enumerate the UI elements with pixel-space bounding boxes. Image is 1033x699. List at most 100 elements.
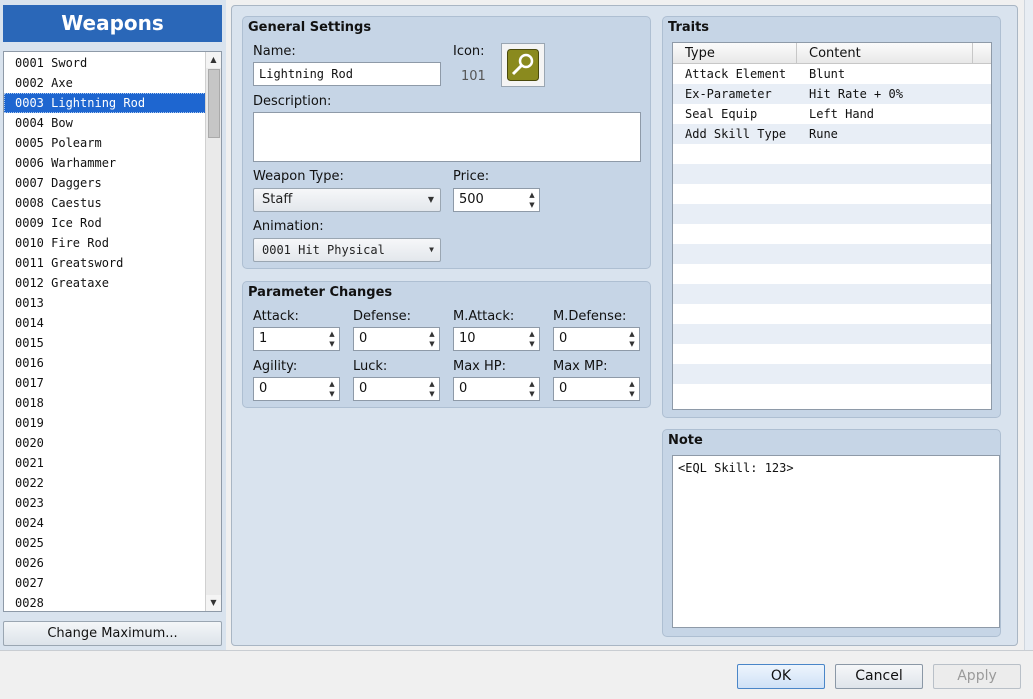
list-item[interactable]: 0008 Caestus (4, 193, 206, 213)
spin-arrows-icon[interactable]: ▲ ▼ (327, 379, 337, 399)
chevron-down-icon: ▼ (427, 195, 434, 204)
list-item[interactable]: 0015 (4, 333, 206, 353)
list-item[interactable]: 0001 Sword (4, 53, 206, 73)
spin-arrows-icon[interactable]: ▲ ▼ (527, 329, 537, 349)
maxmp-label: Max MP: (553, 359, 608, 374)
list-item[interactable]: 0016 (4, 353, 206, 373)
note-textarea[interactable]: <EQL Skill: 123> (672, 455, 1000, 628)
icon-picker[interactable] (501, 43, 545, 87)
spin-arrows-icon[interactable]: ▲ ▼ (427, 379, 437, 399)
list-item[interactable]: 0009 Ice Rod (4, 213, 206, 233)
table-row[interactable] (673, 144, 991, 164)
spin-arrows-icon[interactable]: ▲ ▼ (627, 329, 637, 349)
footer-divider (0, 650, 1033, 651)
apply-button[interactable]: Apply (933, 664, 1021, 689)
table-row[interactable] (673, 284, 991, 304)
mattack-stepper[interactable]: 10 ▲ ▼ (453, 327, 540, 351)
spin-arrows-icon[interactable]: ▲ ▼ (327, 329, 337, 349)
general-settings-title: General Settings (248, 20, 372, 35)
list-item[interactable]: 0003 Lightning Rod (4, 93, 206, 113)
description-field[interactable] (253, 112, 641, 162)
table-row[interactable]: Add Skill Type Rune (673, 124, 991, 144)
list-item[interactable]: 0017 (4, 373, 206, 393)
list-item[interactable]: 0023 (4, 493, 206, 513)
table-row[interactable]: Ex-Parameter Hit Rate + 0% (673, 84, 991, 104)
table-row[interactable] (673, 264, 991, 284)
weapons-header: Weapons (3, 5, 222, 42)
table-row[interactable] (673, 244, 991, 264)
traits-header-row: Type Content (673, 43, 991, 64)
table-row[interactable] (673, 184, 991, 204)
traits-col-type[interactable]: Type (673, 43, 797, 64)
table-row[interactable]: Attack Element Blunt (673, 64, 991, 84)
scroll-down-icon[interactable]: ▼ (206, 595, 221, 611)
maxmp-stepper[interactable]: 0 ▲ ▼ (553, 377, 640, 401)
table-row[interactable] (673, 364, 991, 384)
spin-arrows-icon[interactable]: ▲ ▼ (527, 190, 537, 210)
icon-index: 101 (461, 69, 486, 84)
list-item[interactable]: 0007 Daggers (4, 173, 206, 193)
defense-stepper[interactable]: 0 ▲ ▼ (353, 327, 440, 351)
price-stepper[interactable]: 500 ▲ ▼ (453, 188, 540, 212)
spin-arrows-icon[interactable]: ▲ ▼ (527, 379, 537, 399)
agility-stepper[interactable]: 0 ▲ ▼ (253, 377, 340, 401)
table-row[interactable] (673, 224, 991, 244)
icon-label: Icon: (453, 44, 485, 59)
list-item[interactable]: 0020 (4, 433, 206, 453)
note-title: Note (668, 433, 703, 448)
general-settings-group: General Settings Name: Lightning Rod Ico… (242, 16, 651, 269)
list-item[interactable]: 0019 (4, 413, 206, 433)
mdefense-label: M.Defense: (553, 309, 627, 324)
table-row[interactable] (673, 324, 991, 344)
ok-button[interactable]: OK (737, 664, 825, 689)
maxhp-stepper[interactable]: 0 ▲ ▼ (453, 377, 540, 401)
list-item[interactable]: 0024 (4, 513, 206, 533)
name-field[interactable]: Lightning Rod (253, 62, 441, 86)
scroll-up-icon[interactable]: ▲ (206, 52, 221, 68)
list-item[interactable]: 0022 (4, 473, 206, 493)
list-item[interactable]: 0026 (4, 553, 206, 573)
table-row[interactable]: Seal Equip Left Hand (673, 104, 991, 124)
table-row[interactable] (673, 164, 991, 184)
list-item[interactable]: 0012 Greataxe (4, 273, 206, 293)
traits-table[interactable]: Type Content Attack Element Blunt Ex-Param… (672, 42, 992, 410)
list-item[interactable]: 0028 (4, 593, 206, 611)
spin-arrows-icon[interactable]: ▲ ▼ (427, 329, 437, 349)
mattack-label: M.Attack: (453, 309, 515, 324)
animation-select[interactable]: 0001 Hit Physical ▼ (253, 238, 441, 262)
change-maximum-button[interactable]: Change Maximum... (3, 621, 222, 646)
traits-col-content[interactable]: Content (797, 43, 973, 64)
list-item[interactable]: 0011 Greatsword (4, 253, 206, 273)
table-row[interactable] (673, 344, 991, 364)
mdefense-stepper[interactable]: 0 ▲ ▼ (553, 327, 640, 351)
trait-type-cell: Add Skill Type (685, 127, 787, 141)
table-row[interactable] (673, 384, 991, 404)
weapon-list-scrollbar[interactable]: ▲ ▼ (205, 52, 221, 611)
weapon-list[interactable]: 0001 Sword 0002 Axe 0003 Lightning Rod 0004… (3, 51, 222, 612)
mattack-value: 10 (459, 331, 476, 346)
table-row[interactable] (673, 304, 991, 324)
list-item[interactable]: 0005 Polearm (4, 133, 206, 153)
attack-stepper[interactable]: 1 ▲ ▼ (253, 327, 340, 351)
spin-arrows-icon[interactable]: ▲ ▼ (627, 379, 637, 399)
list-item[interactable]: 0021 (4, 453, 206, 473)
list-item[interactable]: 0013 (4, 293, 206, 313)
list-item[interactable]: 0025 (4, 533, 206, 553)
price-label: Price: (453, 169, 490, 184)
list-item[interactable]: 0006 Warhammer (4, 153, 206, 173)
list-item[interactable]: 0014 (4, 313, 206, 333)
weapon-type-select[interactable]: Staff ▼ (253, 188, 441, 212)
list-item[interactable]: 0002 Axe (4, 73, 206, 93)
list-item[interactable]: 0010 Fire Rod (4, 233, 206, 253)
luck-value: 0 (359, 381, 368, 396)
list-item[interactable]: 0004 Bow (4, 113, 206, 133)
table-row[interactable] (673, 204, 991, 224)
parameter-changes-title: Parameter Changes (248, 285, 393, 300)
trait-content-cell: Hit Rate + 0% (809, 87, 903, 101)
list-item[interactable]: 0027 (4, 573, 206, 593)
luck-stepper[interactable]: 0 ▲ ▼ (353, 377, 440, 401)
cancel-button[interactable]: Cancel (835, 664, 923, 689)
scroll-thumb[interactable] (208, 69, 220, 138)
description-label: Description: (253, 94, 332, 109)
list-item[interactable]: 0018 (4, 393, 206, 413)
